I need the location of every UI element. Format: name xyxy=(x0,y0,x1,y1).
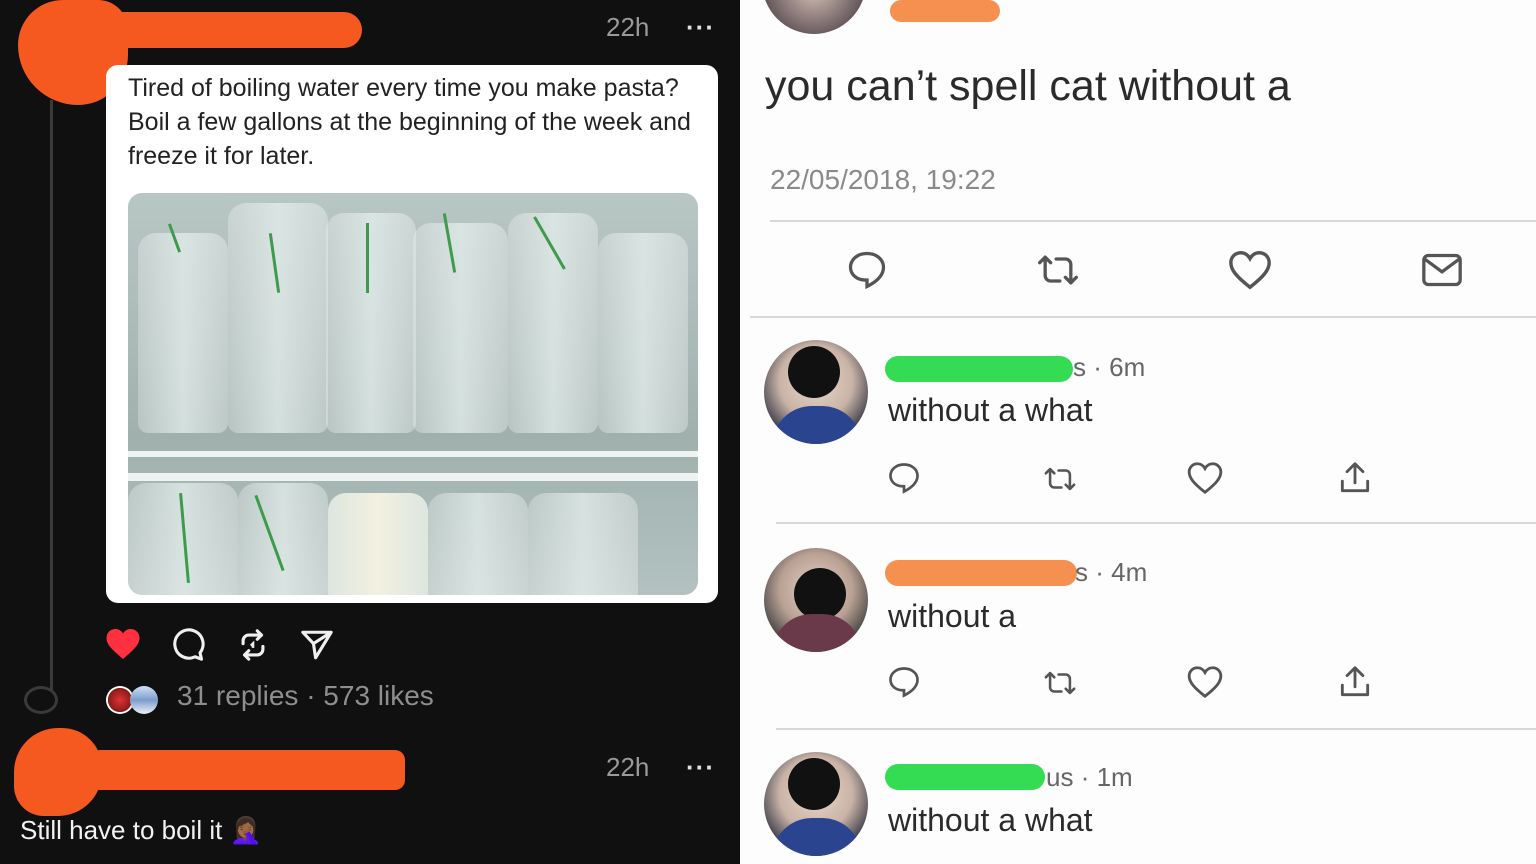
reply-text: Still have to boil it 🤦🏾‍♀️ xyxy=(20,815,262,846)
reply-time: · 4m xyxy=(1095,557,1148,587)
post-time: 22h xyxy=(606,12,650,42)
share-icon xyxy=(1340,462,1370,493)
heart-icon xyxy=(106,629,140,659)
like-icon xyxy=(1229,251,1271,290)
repost-button[interactable] xyxy=(236,628,270,662)
like-button[interactable] xyxy=(1186,664,1224,700)
message-icon xyxy=(1422,253,1462,287)
reply-button[interactable] xyxy=(171,628,205,662)
divider xyxy=(776,522,1536,524)
handle-fragment: us xyxy=(1046,762,1074,792)
thread-end-icon xyxy=(24,686,58,714)
redacted-reply-avatar xyxy=(14,728,102,816)
share-icon xyxy=(301,630,333,660)
like-button[interactable] xyxy=(105,627,141,661)
quoted-post-text: Tired of boiling water every time you ma… xyxy=(128,74,691,170)
reply-body: Still have to boil it xyxy=(20,815,223,845)
reply-button[interactable] xyxy=(886,664,922,700)
share-button[interactable] xyxy=(1336,458,1374,498)
redacted-username xyxy=(90,12,362,48)
main-like-button[interactable] xyxy=(1227,248,1273,292)
divider xyxy=(770,220,1536,222)
redacted-handle xyxy=(885,560,1077,586)
reply-button[interactable] xyxy=(886,460,922,496)
replier-avatar xyxy=(130,686,158,714)
comment-icon xyxy=(173,628,205,661)
redacted-reply-username xyxy=(90,750,405,790)
reply-more-options-button[interactable]: ··· xyxy=(686,752,715,783)
reply-avatar[interactable] xyxy=(764,340,868,444)
threads-post-panel: 22h ··· Tired of boiling water every tim… xyxy=(0,0,740,864)
share-button[interactable] xyxy=(300,628,334,662)
repost-icon xyxy=(241,629,265,661)
reply-time: 22h xyxy=(606,752,650,782)
like-icon xyxy=(1187,666,1223,699)
redacted-author-name xyxy=(890,0,1000,22)
main-retweet-button[interactable] xyxy=(1034,248,1082,292)
thread-line xyxy=(50,100,53,690)
facepalm-emoji: 🤦🏾‍♀️ xyxy=(229,815,262,845)
main-reply-button[interactable] xyxy=(845,248,889,292)
reply-avatar[interactable] xyxy=(764,752,868,856)
retweet-icon xyxy=(1044,467,1076,491)
reply-icon xyxy=(889,463,919,494)
reply-icon xyxy=(848,251,886,290)
handle-fragment: s xyxy=(1075,557,1088,587)
twitter-thread-panel: you can’t spell cat without a 22/05/2018… xyxy=(740,0,1536,864)
reply-text: without a xyxy=(888,598,1017,634)
share-icon xyxy=(1340,666,1370,697)
retweet-icon xyxy=(1038,255,1078,285)
more-options-button[interactable]: ··· xyxy=(686,12,715,43)
reply-text: without a what xyxy=(888,392,1093,428)
like-icon xyxy=(1187,462,1223,495)
like-button[interactable] xyxy=(1186,460,1224,496)
reply-meta: us · 1m xyxy=(1046,762,1133,793)
likes-count[interactable]: 573 likes xyxy=(323,680,434,711)
post-stats[interactable]: 31 replies · 573 likes xyxy=(177,680,434,712)
reply-meta: s · 6m xyxy=(1073,352,1145,383)
main-tweet-text: you can’t spell cat without a xyxy=(765,62,1291,110)
share-button[interactable] xyxy=(1336,662,1374,702)
frozen-water-bags-photo xyxy=(128,193,698,595)
reply-time: · 6m xyxy=(1093,352,1146,382)
quoted-post-card[interactable]: Tired of boiling water every time you ma… xyxy=(106,65,718,603)
stats-separator: · xyxy=(306,680,316,711)
reply-avatar[interactable] xyxy=(764,548,868,652)
divider xyxy=(776,728,1536,730)
direct-message-button[interactable] xyxy=(1420,250,1464,290)
replies-count[interactable]: 31 replies xyxy=(177,680,298,711)
author-avatar[interactable] xyxy=(762,0,866,34)
reply-icon xyxy=(889,667,919,698)
handle-fragment: s xyxy=(1073,352,1086,382)
reply-meta: s · 4m xyxy=(1075,557,1147,588)
redacted-handle xyxy=(885,356,1073,382)
divider xyxy=(750,316,1536,318)
retweet-icon xyxy=(1044,671,1076,695)
reply-text: without a what xyxy=(888,802,1093,838)
reply-time: · 1m xyxy=(1080,762,1133,792)
redacted-handle xyxy=(885,764,1045,790)
tweet-timestamp: 22/05/2018, 19:22 xyxy=(770,164,996,195)
retweet-button[interactable] xyxy=(1040,666,1080,700)
retweet-button[interactable] xyxy=(1040,462,1080,496)
